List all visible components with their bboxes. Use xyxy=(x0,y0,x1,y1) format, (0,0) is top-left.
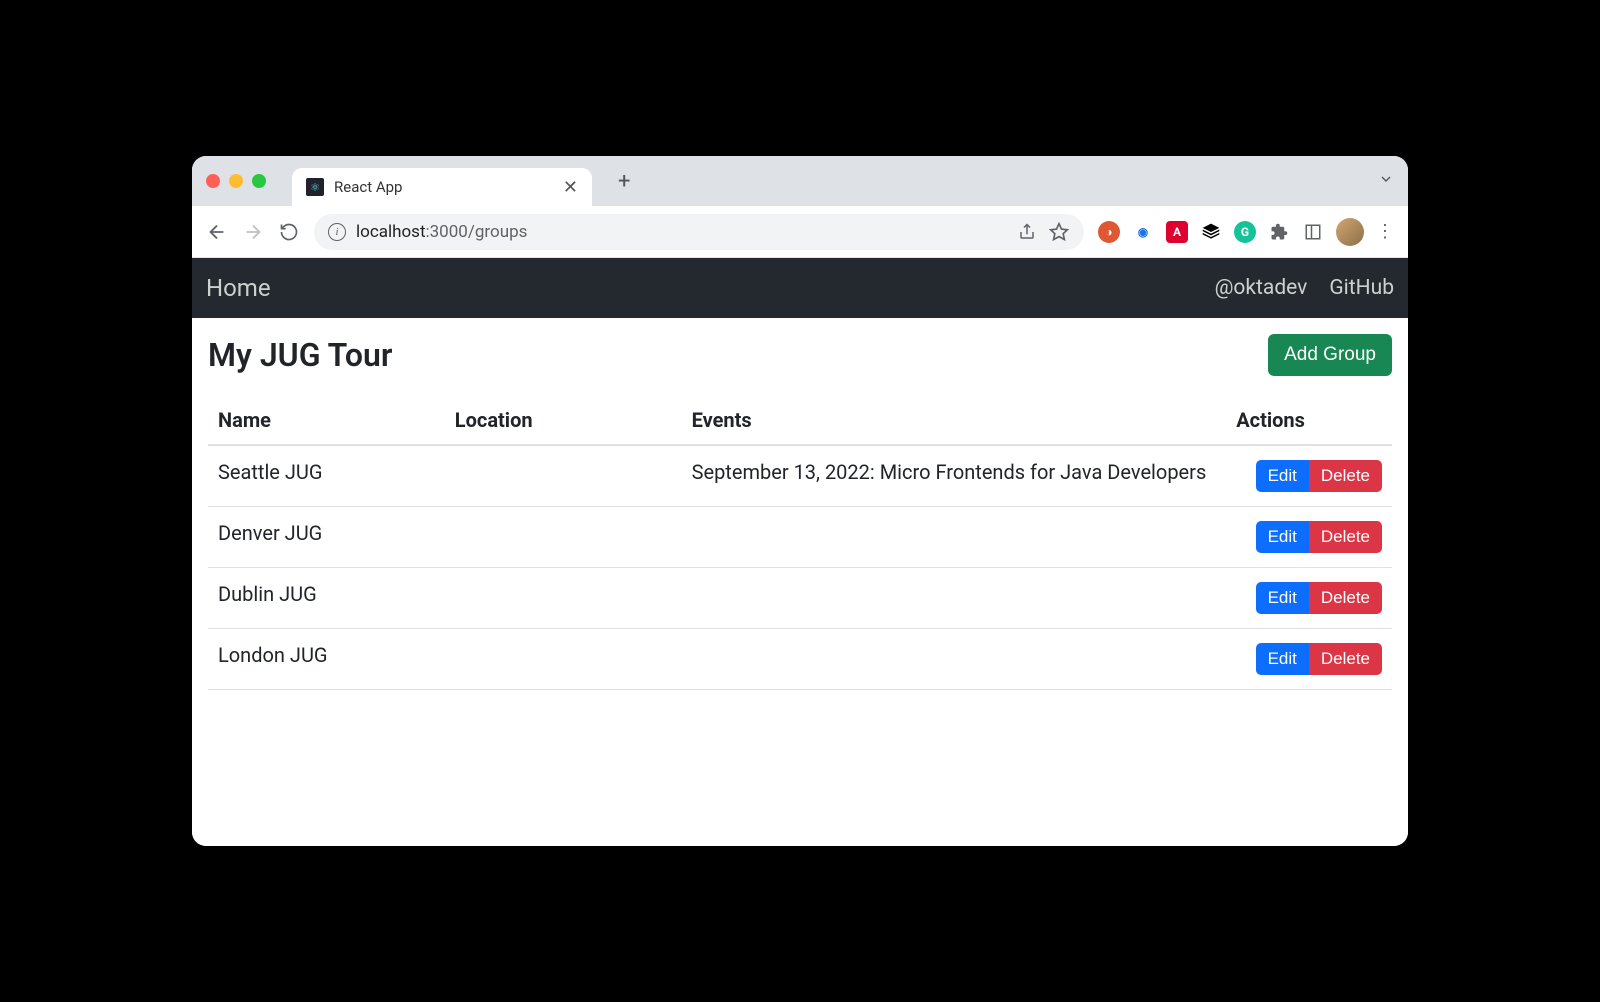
reload-button[interactable] xyxy=(278,221,300,243)
table-row: London JUG Edit Delete xyxy=(208,629,1392,690)
cell-events xyxy=(682,629,1227,690)
browser-window: ⚛ React App ✕ + i localhost:3000/groups xyxy=(192,156,1408,846)
browser-tab[interactable]: ⚛ React App ✕ xyxy=(292,168,592,206)
table-row: Dublin JUG Edit Delete xyxy=(208,568,1392,629)
nav-oktadev-link[interactable]: @oktadev xyxy=(1215,276,1308,300)
edit-button[interactable]: Edit xyxy=(1256,643,1309,675)
header-location: Location xyxy=(445,396,682,445)
close-tab-icon[interactable]: ✕ xyxy=(563,177,578,198)
page-content: My JUG Tour Add Group Name Location Even… xyxy=(192,318,1408,846)
table-header-row: Name Location Events Actions xyxy=(208,396,1392,445)
row-actions: Edit Delete xyxy=(1256,521,1382,553)
bookmark-icon[interactable] xyxy=(1048,221,1070,243)
table-row: Denver JUG Edit Delete xyxy=(208,507,1392,568)
app-navbar: Home @oktadev GitHub xyxy=(192,258,1408,318)
cell-location xyxy=(445,445,682,507)
tabs-overflow-icon[interactable] xyxy=(1378,171,1394,191)
url-host: localhost xyxy=(356,222,426,242)
duckduckgo-icon[interactable]: ◑ xyxy=(1098,221,1120,243)
edit-button[interactable]: Edit xyxy=(1256,460,1309,492)
url-field[interactable]: i localhost:3000/groups xyxy=(314,214,1084,250)
new-tab-button[interactable]: + xyxy=(618,169,630,194)
delete-button[interactable]: Delete xyxy=(1309,582,1382,614)
cell-location xyxy=(445,568,682,629)
share-icon[interactable] xyxy=(1016,221,1038,243)
delete-button[interactable]: Delete xyxy=(1309,643,1382,675)
cell-name: Seattle JUG xyxy=(208,445,445,507)
add-group-button[interactable]: Add Group xyxy=(1268,334,1392,376)
page-title: My JUG Tour xyxy=(208,336,392,374)
delete-button[interactable]: Delete xyxy=(1309,460,1382,492)
react-icon: ⚛ xyxy=(306,178,324,196)
cell-events xyxy=(682,568,1227,629)
forward-button[interactable] xyxy=(242,221,264,243)
address-bar: i localhost:3000/groups ◑ ◉ A G xyxy=(192,206,1408,258)
cell-events xyxy=(682,507,1227,568)
tab-bar: ⚛ React App ✕ + xyxy=(192,156,1408,206)
row-actions: Edit Delete xyxy=(1256,643,1382,675)
extension-icon-2[interactable]: ◉ xyxy=(1132,221,1154,243)
site-info-icon[interactable]: i xyxy=(328,223,346,241)
header-events: Events xyxy=(682,396,1227,445)
cell-name: Denver JUG xyxy=(208,507,445,568)
header-name: Name xyxy=(208,396,445,445)
edit-button[interactable]: Edit xyxy=(1256,521,1309,553)
cell-location xyxy=(445,629,682,690)
edit-button[interactable]: Edit xyxy=(1256,582,1309,614)
minimize-window-icon[interactable] xyxy=(229,174,243,188)
page-header: My JUG Tour Add Group xyxy=(208,334,1392,376)
profile-avatar[interactable] xyxy=(1336,218,1364,246)
nav-github-link[interactable]: GitHub xyxy=(1329,276,1394,300)
groups-table: Name Location Events Actions Seattle JUG… xyxy=(208,396,1392,690)
cell-location xyxy=(445,507,682,568)
url-port: :3000 xyxy=(426,222,468,242)
header-actions: Actions xyxy=(1226,396,1392,445)
reading-list-icon[interactable] xyxy=(1302,221,1324,243)
row-actions: Edit Delete xyxy=(1256,582,1382,614)
extensions-menu-icon[interactable] xyxy=(1268,221,1290,243)
buffer-icon[interactable] xyxy=(1200,221,1222,243)
url-path: /groups xyxy=(468,222,528,242)
row-actions: Edit Delete xyxy=(1256,460,1382,492)
browser-menu-icon[interactable]: ⋮ xyxy=(1376,221,1394,242)
cell-name: London JUG xyxy=(208,629,445,690)
delete-button[interactable]: Delete xyxy=(1309,521,1382,553)
tab-title: React App xyxy=(334,178,553,196)
close-window-icon[interactable] xyxy=(206,174,220,188)
extension-icons: ◑ ◉ A G ⋮ xyxy=(1098,218,1394,246)
cell-name: Dublin JUG xyxy=(208,568,445,629)
nav-home-link[interactable]: Home xyxy=(206,274,271,302)
window-controls xyxy=(206,174,266,188)
back-button[interactable] xyxy=(206,221,228,243)
cell-events: September 13, 2022: Micro Frontends for … xyxy=(682,445,1227,507)
table-row: Seattle JUG September 13, 2022: Micro Fr… xyxy=(208,445,1392,507)
maximize-window-icon[interactable] xyxy=(252,174,266,188)
grammarly-icon[interactable]: G xyxy=(1234,221,1256,243)
angular-icon[interactable]: A xyxy=(1166,221,1188,243)
